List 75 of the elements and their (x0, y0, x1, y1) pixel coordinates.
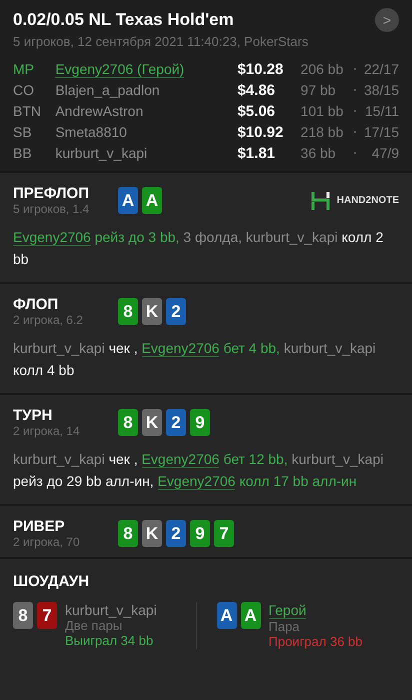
action-text: Evgeny2706 рейз до 3 bb, 3 фолда, kurburt_v_kapi колл 2 bb (13, 228, 384, 269)
playing-card: A (142, 187, 162, 214)
playing-card: A (118, 187, 138, 214)
stack-bb: 101 bb (300, 103, 344, 119)
player-stats: 15/11 (364, 103, 399, 119)
street-info: 5 игроков, 1.4 (13, 202, 90, 216)
street-info: 2 игрока, 14 (13, 424, 81, 438)
playing-card: 9 (190, 520, 210, 547)
player-link[interactable]: Evgeny2706 (158, 473, 236, 490)
player-name: AndrewAstron (55, 103, 144, 119)
playing-card: K (142, 520, 162, 547)
player-link[interactable]: Evgeny2706 (13, 229, 91, 246)
stack-amount: $4.86 (237, 82, 276, 98)
table-title: 0.02/0.05 NL Texas Hold'em (13, 10, 234, 30)
position-label: CO (13, 82, 35, 98)
stack-amount: $10.92 (237, 124, 284, 140)
street-info: 2 игрока, 6.2 (13, 313, 84, 327)
position-label: SB (13, 124, 33, 140)
player-stats: 17/15 (362, 124, 399, 140)
separator-dot (354, 89, 356, 91)
logo-icon (310, 190, 331, 210)
playing-card: K (142, 298, 162, 325)
player-name: kurburt_v_kapi (65, 602, 157, 618)
playing-card: 9 (190, 409, 210, 436)
separator-dot (354, 68, 356, 70)
action-text: kurburt_v_kapi чек , Evgeny2706 бет 4 bb, kurburt_v_kapi колл 4 bb (13, 339, 377, 380)
hand-combo: Две пары (65, 618, 122, 633)
playing-card: 2 (166, 409, 186, 436)
result-text: Выиграл 34 bb (65, 633, 154, 648)
playing-card: 8 (118, 409, 138, 436)
player-link[interactable]: Evgeny2706 (142, 451, 220, 468)
player-stats: 38/15 (362, 82, 399, 98)
street-title: РИВЕР (13, 518, 66, 535)
player-link[interactable]: Evgeny2706 (142, 340, 220, 357)
playing-card: 7 (37, 602, 57, 629)
stack-bb: 206 bb (300, 61, 344, 77)
playing-card: 8 (13, 602, 33, 629)
result-text: Проиграл 36 bb (268, 634, 362, 649)
stack-amount: $1.81 (237, 144, 276, 162)
position-label: BTN (13, 103, 42, 119)
player-name: Smeta8810 (55, 124, 127, 140)
street-info: 2 игрока, 70 (13, 535, 81, 549)
next-button[interactable]: > (375, 8, 399, 32)
playing-card: 2 (166, 520, 186, 547)
position-label: MP (13, 61, 35, 77)
stack-amount: $5.06 (237, 102, 276, 120)
playing-card: 8 (118, 298, 138, 325)
playing-card: A (216, 602, 236, 629)
player-stats: 47/9 (370, 145, 399, 161)
player-name: kurburt_v_kapi (55, 145, 148, 161)
street-title: ТУРН (13, 407, 54, 424)
street-title: ШОУДАУН (13, 573, 90, 590)
player-link[interactable]: Evgeny2706 (Герой) (55, 61, 184, 78)
player-stats: 22/17 (362, 61, 399, 77)
playing-card: A (240, 602, 260, 629)
separator-dot (354, 152, 356, 154)
stack-bb: 218 bb (300, 124, 344, 140)
playing-card: K (142, 409, 162, 436)
street-title: ФЛОП (13, 296, 60, 313)
player-name: Blajen_a_padlon (55, 82, 160, 98)
hand-info: 5 игроков, 12 сентября 2021 11:40:23, PokerStars (13, 34, 310, 49)
action-text: kurburt_v_kapi чек , Evgeny2706 бет 12 bb, kurburt_v_kapi рейз до 29 bb алл-ин, Evgeny2706 колл 17 bb алл-ин (13, 450, 384, 492)
playing-card: 7 (214, 520, 234, 547)
stack-bb: 97 bb (300, 82, 337, 98)
stack-bb: 36 bb (300, 145, 337, 161)
hand-combo: Пара (268, 619, 300, 634)
playing-card: 2 (166, 298, 186, 325)
position-label: BB (13, 145, 33, 161)
separator-dot (354, 110, 356, 112)
street-title: ПРЕФЛОП (13, 185, 90, 202)
playing-card: 8 (118, 520, 138, 547)
player-link[interactable]: Герой (268, 602, 306, 619)
logo-text: HAND2NOTE (336, 195, 399, 206)
separator-dot (354, 131, 356, 133)
stack-amount: $10.28 (237, 60, 284, 78)
